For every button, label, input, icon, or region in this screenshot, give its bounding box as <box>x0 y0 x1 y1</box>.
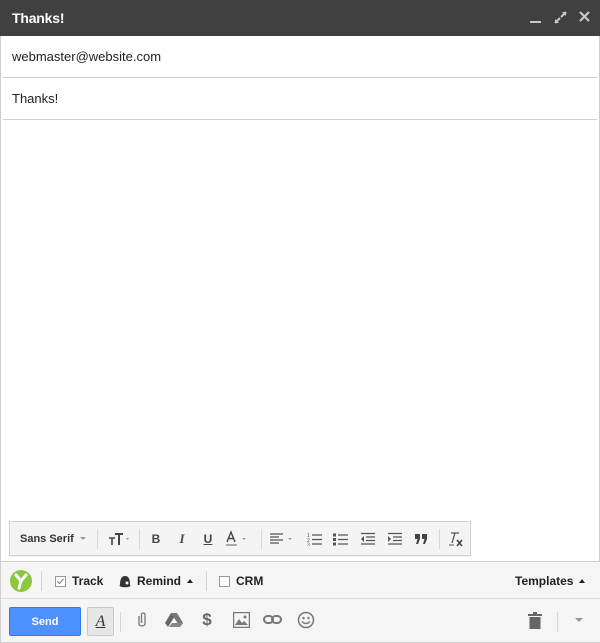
formatting-toolbar: Sans Serif B I U 1 2 3 <box>9 521 471 556</box>
send-money-button[interactable]: $ <box>193 606 221 634</box>
insert-drive-button[interactable] <box>160 606 188 634</box>
font-family-select[interactable]: Sans Serif <box>20 522 86 555</box>
divider <box>439 529 440 549</box>
divider <box>41 571 42 591</box>
send-button[interactable]: Send <box>9 607 81 636</box>
track-label: Track <box>72 574 104 588</box>
track-toggle[interactable]: Track <box>55 562 103 600</box>
quote-button[interactable] <box>409 522 435 555</box>
underline-icon: U <box>203 531 213 546</box>
subject-input[interactable] <box>12 91 572 106</box>
divider <box>97 529 98 549</box>
checkmark-icon <box>57 578 64 584</box>
divider <box>261 529 262 549</box>
text-format-icon: A <box>95 612 106 630</box>
yesware-logo-button[interactable] <box>10 562 32 600</box>
emoji-icon <box>297 611 315 629</box>
align-button[interactable] <box>266 522 300 555</box>
templates-dropdown[interactable]: Templates <box>515 562 586 600</box>
font-family-label: Sans Serif <box>20 532 74 545</box>
close-button[interactable] <box>575 8 595 28</box>
message-body[interactable] <box>3 121 597 516</box>
bold-icon: B <box>151 531 161 546</box>
svg-text:3: 3 <box>307 542 310 546</box>
quote-icon <box>415 533 427 544</box>
popout-button[interactable] <box>551 8 571 28</box>
crm-toggle[interactable]: CRM <box>219 562 263 600</box>
crm-label: CRM <box>236 574 264 588</box>
insert-emoji-button[interactable] <box>292 606 320 634</box>
google-drive-icon <box>165 613 183 627</box>
remove-formatting-button[interactable] <box>443 522 469 555</box>
compose-window: Sans Serif B I U <box>0 36 600 643</box>
remind-dropdown[interactable]: Remind <box>118 562 194 600</box>
align-left-icon <box>270 532 292 544</box>
divider <box>139 529 140 549</box>
bulleted-list-icon <box>333 533 348 545</box>
attach-files-button[interactable] <box>128 606 156 634</box>
text-color-icon <box>226 529 246 546</box>
chevron-down-icon <box>575 618 583 622</box>
crm-checkbox[interactable] <box>219 575 230 587</box>
dollar-icon: $ <box>202 610 212 629</box>
extension-bar: Track Remind CRM Templates <box>1 561 600 599</box>
indent-less-button[interactable] <box>355 522 381 555</box>
indent-less-icon <box>361 532 375 545</box>
subject-field-row <box>3 78 597 120</box>
italic-button[interactable]: I <box>170 522 194 555</box>
font-size-button[interactable] <box>104 522 134 555</box>
minimize-button[interactable] <box>526 8 546 28</box>
close-icon <box>579 11 590 22</box>
text-color-button[interactable] <box>222 522 256 555</box>
more-options-button[interactable] <box>565 606 593 634</box>
bell-icon <box>119 576 131 588</box>
insert-link-button[interactable] <box>259 606 287 634</box>
track-checkbox[interactable] <box>55 575 66 587</box>
templates-label: Templates <box>515 574 574 588</box>
remove-formatting-icon <box>449 531 463 547</box>
chevron-up-icon <box>187 579 194 583</box>
bulleted-list-button[interactable] <box>328 522 354 555</box>
to-input[interactable] <box>12 49 572 64</box>
bold-button[interactable]: B <box>144 522 168 555</box>
divider <box>557 612 558 632</box>
expand-icon <box>554 11 567 24</box>
minimize-icon <box>530 21 541 23</box>
to-field-row <box>3 36 597 78</box>
underline-button[interactable]: U <box>196 522 220 555</box>
photo-icon <box>232 612 250 628</box>
compose-titlebar[interactable]: Thanks! <box>0 0 600 36</box>
indent-more-icon <box>388 532 402 545</box>
action-bar: Send A $ <box>1 599 600 643</box>
chevron-down-icon <box>79 537 86 540</box>
yesware-logo-icon <box>10 570 32 592</box>
divider <box>206 571 207 591</box>
indent-more-button[interactable] <box>382 522 408 555</box>
trash-icon <box>528 611 542 629</box>
remind-label: Remind <box>137 574 182 588</box>
insert-photo-button[interactable] <box>227 606 255 634</box>
compose-title: Thanks! <box>12 10 65 26</box>
divider <box>120 612 121 632</box>
font-size-icon <box>109 532 129 545</box>
italic-icon: I <box>179 530 185 546</box>
formatting-options-toggle[interactable]: A <box>87 607 114 636</box>
paperclip-icon <box>138 612 146 627</box>
numbered-list-icon: 1 2 3 <box>307 533 322 546</box>
link-icon <box>263 615 282 624</box>
discard-draft-button[interactable] <box>521 606 549 634</box>
numbered-list-button[interactable]: 1 2 3 <box>302 522 328 555</box>
chevron-up-icon <box>579 579 586 583</box>
